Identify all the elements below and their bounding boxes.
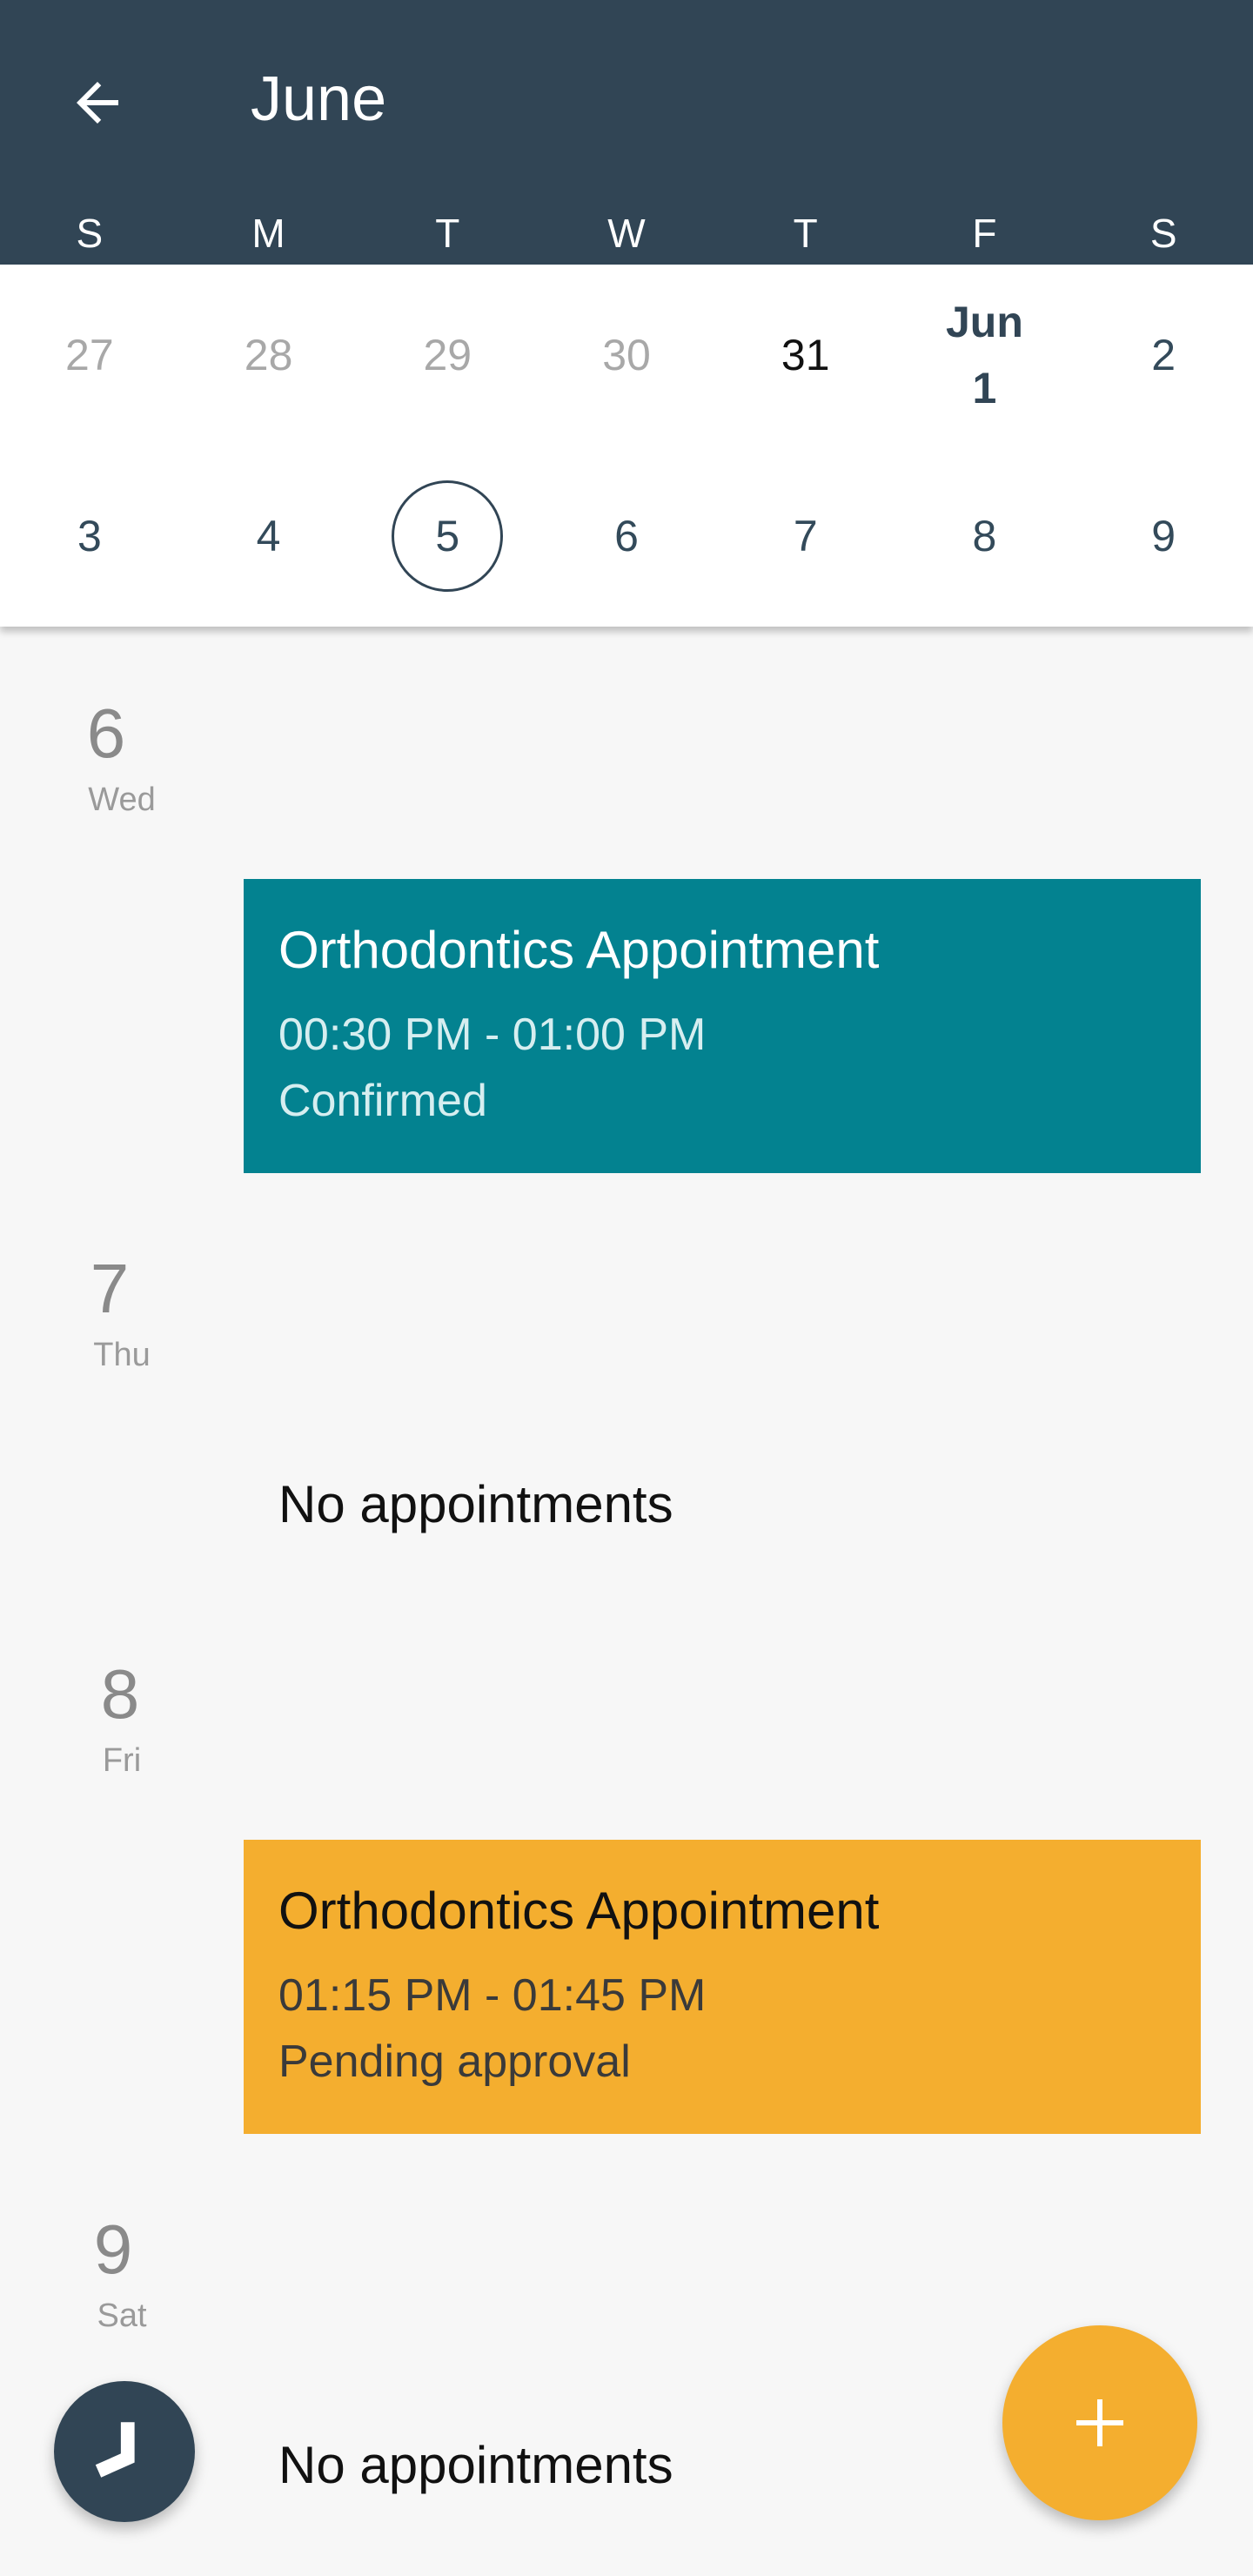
- agenda-day-name: Sat: [97, 2298, 147, 2334]
- calendar-day-month-start[interactable]: Jun 1: [895, 265, 1075, 446]
- calendar-day[interactable]: 28: [179, 265, 358, 446]
- no-appointments-label: No appointments: [278, 2436, 673, 2494]
- app-header: June S M T W T F S: [0, 0, 1253, 265]
- agenda-day-number: 7: [90, 1250, 130, 1327]
- add-appointment-button[interactable]: [1002, 2325, 1197, 2520]
- selected-day-ring: 5: [392, 480, 504, 592]
- calendar-day[interactable]: 30: [537, 265, 716, 446]
- agenda-day-number: 6: [86, 694, 126, 772]
- agenda-day-number: 9: [93, 2210, 133, 2288]
- page-title: June: [251, 64, 387, 134]
- agenda-day-name: Fri: [102, 1742, 142, 1779]
- agenda-day-name: Thu: [93, 1337, 151, 1373]
- calendar-day[interactable]: 8: [895, 446, 1075, 627]
- weekday-label: T: [793, 211, 818, 256]
- appointment-status: Confirmed: [278, 1076, 487, 1126]
- calendar-week-grid: 27 28 29 30 31 Jun 1 2 3 4 5 6 7 8 9: [0, 265, 1253, 627]
- month-abbrev: Jun: [946, 298, 1023, 346]
- weekday-label: M: [251, 211, 285, 256]
- arrow-left-icon: [77, 82, 118, 124]
- weekday-label: W: [607, 211, 646, 256]
- agenda-list[interactable]: 6 Wed Orthodontics Appointment 00:30 PM …: [0, 627, 1253, 2576]
- calendar-day[interactable]: 4: [179, 446, 358, 627]
- calendar-day[interactable]: 3: [0, 446, 179, 627]
- appointment-title: Orthodontics Appointment: [278, 921, 880, 979]
- appointment-title: Orthodontics Appointment: [278, 1882, 880, 1940]
- appointment-card[interactable]: Orthodontics Appointment 00:30 PM - 01:0…: [244, 879, 1201, 1173]
- weekday-label: T: [435, 211, 460, 256]
- calendar-day[interactable]: 6: [537, 446, 716, 627]
- agenda-day-number: 8: [100, 1655, 140, 1733]
- appointment-time: 01:15 PM - 01:45 PM: [278, 1970, 707, 2021]
- weekday-label: S: [76, 211, 104, 256]
- calendar-day[interactable]: 31: [716, 265, 895, 446]
- calendar-day[interactable]: 29: [358, 265, 537, 446]
- clock-icon: [95, 2422, 135, 2478]
- calendar-row: 3 4 5 6 7 8 9: [0, 446, 1253, 627]
- back-button[interactable]: [54, 59, 141, 146]
- calendar-day[interactable]: 27: [0, 265, 179, 446]
- calendar-day[interactable]: 7: [716, 446, 895, 627]
- appointment-status: Pending approval: [278, 2036, 631, 2087]
- weekday-label: S: [1149, 211, 1177, 256]
- calendar-row: 27 28 29 30 31 Jun 1 2: [0, 265, 1253, 446]
- calendar-day-selected[interactable]: 5: [358, 446, 537, 627]
- appointment-time: 00:30 PM - 01:00 PM: [278, 1010, 707, 1060]
- plus-icon: [1076, 2399, 1123, 2446]
- month-start-label: Jun 1: [946, 289, 1023, 421]
- clock-button[interactable]: [54, 2381, 195, 2522]
- calendar-day[interactable]: 2: [1074, 265, 1253, 446]
- calendar-day[interactable]: 9: [1074, 446, 1253, 627]
- weekday-header-row: S M T W T F S: [0, 202, 1253, 265]
- weekday-label: F: [972, 211, 997, 256]
- appointment-card[interactable]: Orthodontics Appointment 01:15 PM - 01:4…: [244, 1840, 1201, 2134]
- agenda-day-name: Wed: [88, 782, 156, 818]
- no-appointments-label: No appointments: [278, 1475, 673, 1533]
- month-first-day: 1: [972, 364, 997, 413]
